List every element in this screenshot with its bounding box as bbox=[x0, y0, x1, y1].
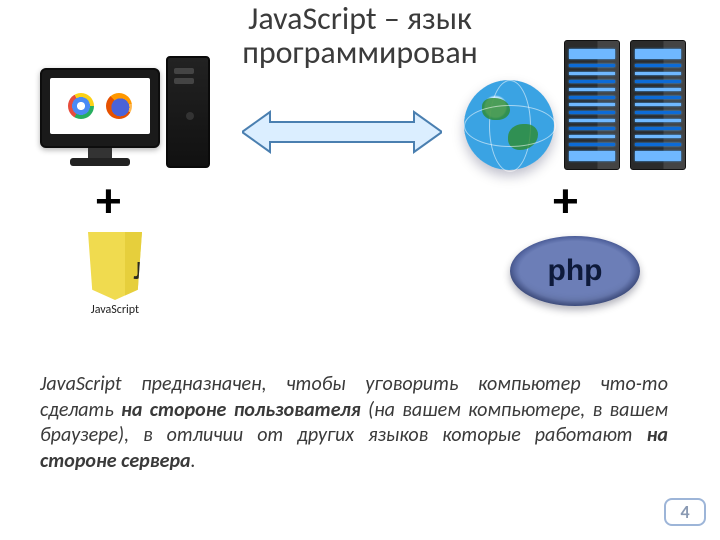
monitor-screen bbox=[50, 78, 150, 134]
monitor-bezel bbox=[40, 68, 160, 148]
slide: JavaScript – язык программирован + JS Ja… bbox=[0, 0, 720, 540]
php-badge-icon: php bbox=[510, 236, 640, 306]
js-shield-icon: JS bbox=[85, 232, 145, 300]
plus-sign-left: + bbox=[96, 176, 121, 226]
js-badge-group: JS JavaScript bbox=[80, 232, 150, 317]
monitor-stand bbox=[88, 148, 112, 158]
server-group bbox=[460, 40, 690, 170]
client-group bbox=[30, 56, 220, 168]
para-bold-1: на стороне пользователя bbox=[121, 398, 361, 422]
firefox-icon bbox=[106, 93, 132, 119]
double-arrow-icon bbox=[242, 110, 442, 154]
globe-icon bbox=[464, 80, 554, 170]
title-line-2: программирован bbox=[242, 33, 478, 72]
server-hardware bbox=[460, 40, 690, 170]
description-paragraph: JavaScript предназначен, чтобы уговорить… bbox=[40, 372, 668, 474]
pc-tower-icon bbox=[166, 56, 210, 168]
client-hardware bbox=[30, 56, 220, 168]
para-part-3: . bbox=[191, 449, 196, 473]
server-rack-icon bbox=[564, 40, 620, 170]
monitor-icon bbox=[40, 68, 160, 168]
js-shield-text: JS bbox=[115, 254, 175, 286]
plus-sign-right: + bbox=[553, 176, 578, 226]
chrome-icon bbox=[68, 93, 94, 119]
globe-landmass bbox=[508, 124, 538, 150]
page-number: 4 bbox=[664, 498, 706, 526]
server-rack-icon bbox=[630, 40, 686, 170]
js-caption: JavaScript bbox=[80, 303, 150, 317]
globe-landmass bbox=[482, 98, 510, 120]
monitor-base bbox=[70, 158, 130, 166]
php-label: php bbox=[548, 254, 603, 288]
